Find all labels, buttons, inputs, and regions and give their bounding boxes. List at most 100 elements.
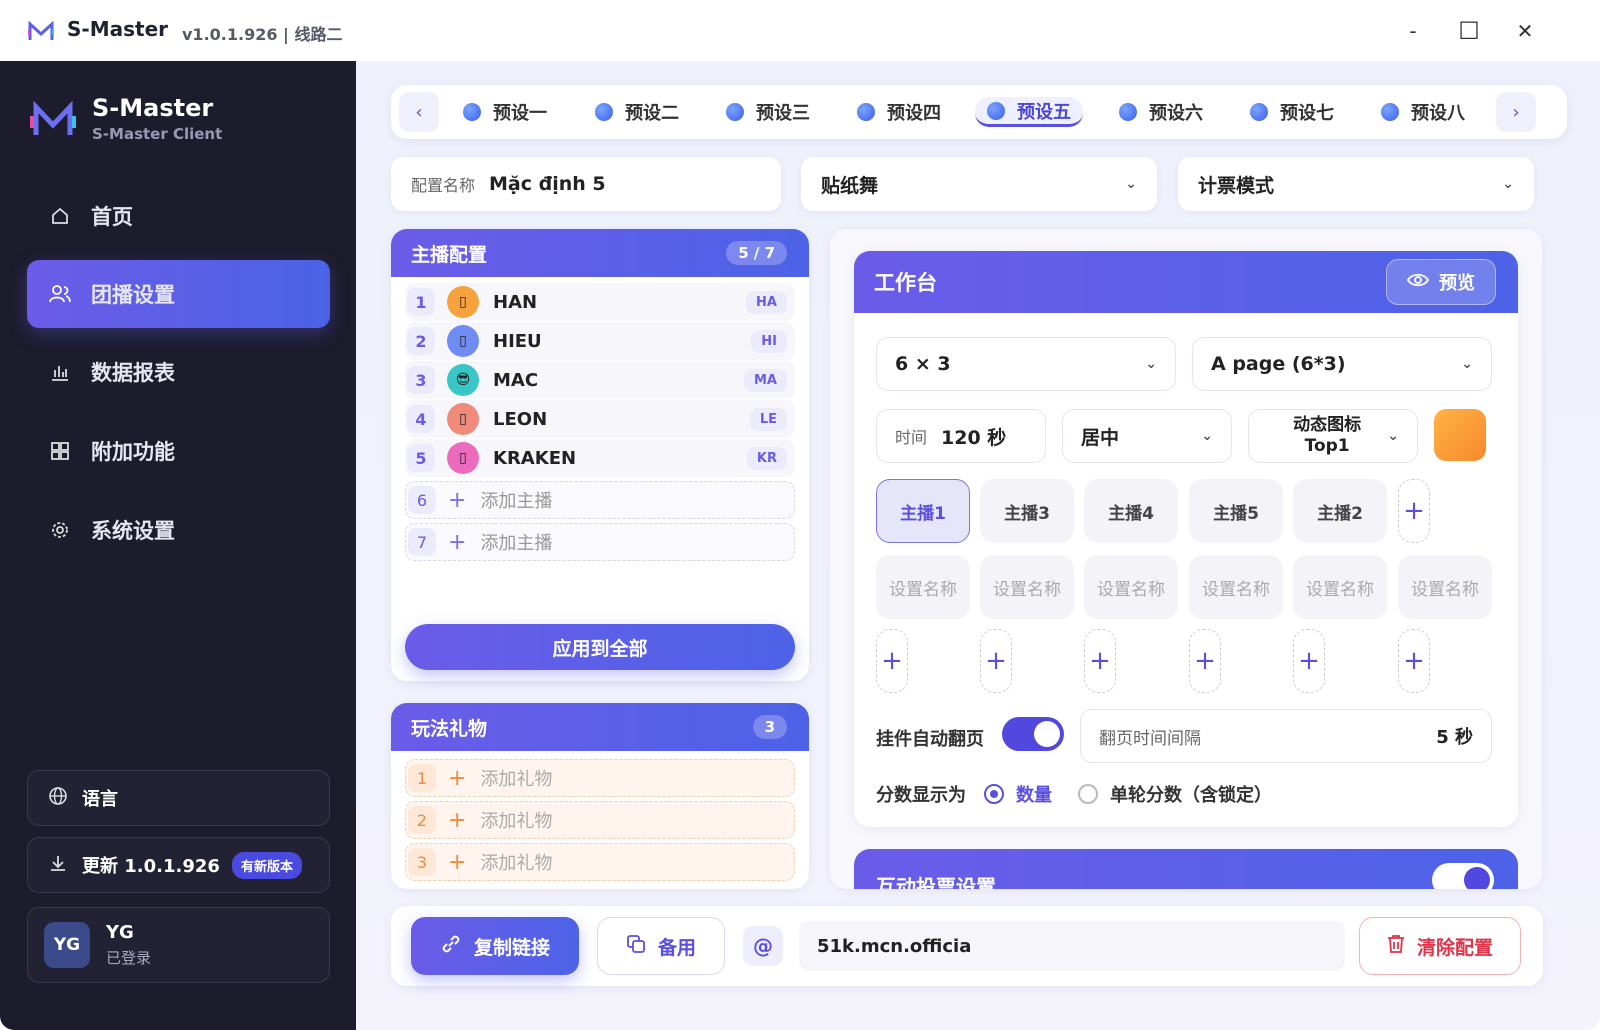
anchor-chip[interactable]: 主播1	[876, 479, 970, 543]
set-name-chip[interactable]: 设置名称	[1084, 555, 1178, 619]
anchor-chip[interactable]: 主播2	[1293, 479, 1387, 543]
add-item-button[interactable]: +	[876, 629, 908, 693]
add-anchor-label: 添加主播	[480, 491, 553, 512]
preview-button[interactable]: 预览	[1386, 259, 1496, 305]
maximize-button[interactable]: ☐	[1452, 14, 1486, 48]
anchor-row[interactable]: 5 ▯ KRAKEN KR	[405, 439, 795, 477]
vote-mode-select-value: 计票模式	[1198, 174, 1275, 197]
anchor-row[interactable]: 4 ▯ LEON LE	[405, 400, 795, 438]
brand-name: S-Master	[92, 94, 214, 122]
tab-preset-8[interactable]: 预设八	[1381, 97, 1465, 127]
anchor-abbr: LE	[749, 407, 787, 431]
tab-preset-2[interactable]: 预设二	[595, 97, 679, 127]
app-title: S-Master	[67, 17, 168, 41]
config-name-field[interactable]: 配置名称 Mặc định 5	[391, 157, 781, 211]
color-swatch[interactable]	[1434, 409, 1486, 461]
anchor-abbr: HA	[746, 290, 787, 314]
tab-preset-5[interactable]: 预设五	[975, 97, 1083, 127]
plus-icon: +	[448, 807, 467, 833]
set-name-chip[interactable]: 设置名称	[1398, 555, 1492, 619]
nav-system-settings[interactable]: 系统设置	[27, 496, 330, 564]
vote-mode-select[interactable]: 计票模式 ⌄	[1178, 157, 1534, 211]
preset-dot-icon	[987, 101, 1005, 120]
bar-chart-icon	[49, 361, 71, 383]
add-anchor-row[interactable]: 7 + 添加主播	[405, 523, 795, 561]
anchor-name: HIEU	[493, 330, 542, 352]
minimize-button[interactable]: -	[1396, 14, 1430, 48]
set-name-chip[interactable]: 设置名称	[876, 555, 970, 619]
anchor-chip[interactable]: 主播3	[980, 479, 1074, 543]
align-select[interactable]: 居中 ⌄	[1062, 409, 1232, 463]
auto-page-label: 挂件自动翻页	[876, 729, 984, 750]
close-button[interactable]: ✕	[1508, 14, 1542, 48]
anchor-name: HAN	[493, 291, 538, 313]
gift-panel-title: 玩法礼物	[411, 717, 488, 740]
add-gift-row[interactable]: 2 + 添加礼物	[405, 801, 795, 839]
user-name: YG	[106, 922, 134, 943]
plus-icon: +	[448, 849, 467, 875]
chevron-down-icon: ⌄	[1125, 176, 1137, 192]
add-item-button[interactable]: +	[1084, 629, 1116, 693]
tab-preset-1[interactable]: 预设一	[463, 97, 547, 127]
anchor-abbr: MA	[744, 368, 787, 392]
anchor-row[interactable]: 1 ▯ HAN HA	[405, 283, 795, 321]
clear-config-button[interactable]: 清除配置	[1359, 917, 1521, 975]
anchor-chip[interactable]: 主播5	[1189, 479, 1283, 543]
vote-toggle[interactable]	[1432, 863, 1494, 889]
gift-panel-header: 玩法礼物 3	[391, 703, 809, 751]
avatar: ▯	[447, 325, 479, 357]
page-select[interactable]: A page (6*3) ⌄	[1192, 337, 1492, 391]
score-display-label: 分数显示为	[876, 785, 966, 806]
config-name-value: Mặc định 5	[489, 173, 606, 195]
set-name-chip[interactable]: 设置名称	[980, 555, 1074, 619]
set-name-chip[interactable]: 设置名称	[1189, 555, 1283, 619]
add-item-button[interactable]: +	[1293, 629, 1325, 693]
score-option-count[interactable]: 数量	[984, 781, 1052, 807]
anchor-row[interactable]: 3 😎 MAC MA	[405, 361, 795, 399]
grid-size-select[interactable]: 6 × 3 ⌄	[876, 337, 1176, 391]
nav-extras[interactable]: 附加功能	[27, 417, 330, 485]
add-anchor-row[interactable]: 6 + 添加主播	[405, 481, 795, 519]
tab-next-button[interactable]: ›	[1496, 92, 1536, 132]
nav-team-settings[interactable]: 团播设置	[27, 260, 330, 328]
add-item-button[interactable]: +	[1398, 629, 1430, 693]
nav-reports[interactable]: 数据报表	[27, 338, 330, 406]
page-interval-field[interactable]: 翻页时间间隔 5 秒	[1080, 709, 1492, 763]
time-field[interactable]: 时间 120 秒	[876, 409, 1046, 463]
update-button[interactable]: 更新 1.0.1.926 有新版本	[27, 837, 330, 893]
auto-page-toggle[interactable]	[1002, 717, 1064, 751]
tab-preset-3[interactable]: 预设三	[726, 97, 810, 127]
user-status: 已登录	[106, 949, 152, 967]
anchor-chip[interactable]: 主播4	[1084, 479, 1178, 543]
user-card[interactable]: YG YG 已登录	[27, 907, 330, 983]
tab-preset-6[interactable]: 预设六	[1119, 97, 1203, 127]
anchor-row[interactable]: 2 ▯ HIEU HI	[405, 322, 795, 360]
add-anchor-label: 添加主播	[480, 533, 553, 554]
icon-mode-select[interactable]: 动态图标 Top1 ⌄	[1248, 409, 1418, 463]
anchor-panel-header: 主播配置 5 / 7	[391, 229, 809, 277]
sidebar: S-Master S-Master Client 首页 团播设置 数据报表 附加…	[0, 61, 356, 1030]
nav-home[interactable]: 首页	[27, 182, 330, 250]
backup-button[interactable]: 备用	[597, 917, 725, 975]
vote-settings-header: 互动投票设置	[854, 849, 1518, 889]
link-input[interactable]: 51k.mcn.officia	[799, 921, 1345, 971]
score-option-round[interactable]: 单轮分数（含锁定）	[1078, 781, 1272, 807]
tab-preset-4[interactable]: 预设四	[857, 97, 941, 127]
add-item-button[interactable]: +	[1189, 629, 1221, 693]
mode-select[interactable]: 贴纸舞 ⌄	[801, 157, 1157, 211]
add-item-button[interactable]: +	[980, 629, 1012, 693]
avatar: ▯	[447, 442, 479, 474]
mode-select-value: 贴纸舞	[821, 174, 879, 197]
language-button[interactable]: 语言	[27, 770, 330, 826]
chevron-down-icon: ⌄	[1502, 176, 1514, 192]
config-name-label: 配置名称	[411, 176, 476, 195]
copy-link-button[interactable]: 复制链接	[411, 917, 579, 975]
tab-prev-button[interactable]: ‹	[399, 92, 439, 132]
preset-dot-icon	[857, 103, 875, 121]
tab-preset-7[interactable]: 预设七	[1250, 97, 1334, 127]
add-anchor-chip-button[interactable]: +	[1398, 479, 1430, 543]
add-gift-row[interactable]: 1 + 添加礼物	[405, 759, 795, 797]
add-gift-row[interactable]: 3 + 添加礼物	[405, 843, 795, 881]
set-name-chip[interactable]: 设置名称	[1293, 555, 1387, 619]
apply-all-button[interactable]: 应用到全部	[405, 624, 795, 670]
